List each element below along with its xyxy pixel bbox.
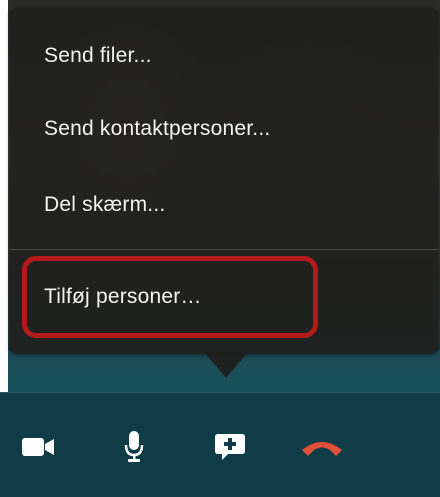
menu-item-share-screen[interactable]: Del skærm... (44, 193, 165, 217)
video-camera-icon (22, 438, 54, 456)
menu-pointer (204, 352, 248, 378)
end-call-button[interactable] (298, 427, 346, 467)
hang-up-icon (302, 442, 342, 456)
window-edge (0, 0, 8, 392)
chat-add-button[interactable] (210, 427, 250, 467)
highlight-annotation (22, 256, 318, 338)
microphone-icon (124, 431, 144, 462)
chat-add-icon (215, 434, 245, 460)
call-window: Send filer... Send kontaktpersoner... De… (0, 0, 440, 497)
video-toggle-button[interactable] (18, 427, 58, 467)
menu-item-send-files[interactable]: Send filer... (44, 44, 152, 68)
mute-button[interactable] (114, 427, 154, 467)
menu-item-send-contacts[interactable]: Send kontaktpersoner... (44, 117, 270, 141)
call-toolbar (0, 392, 440, 497)
menu-separator (10, 249, 438, 250)
